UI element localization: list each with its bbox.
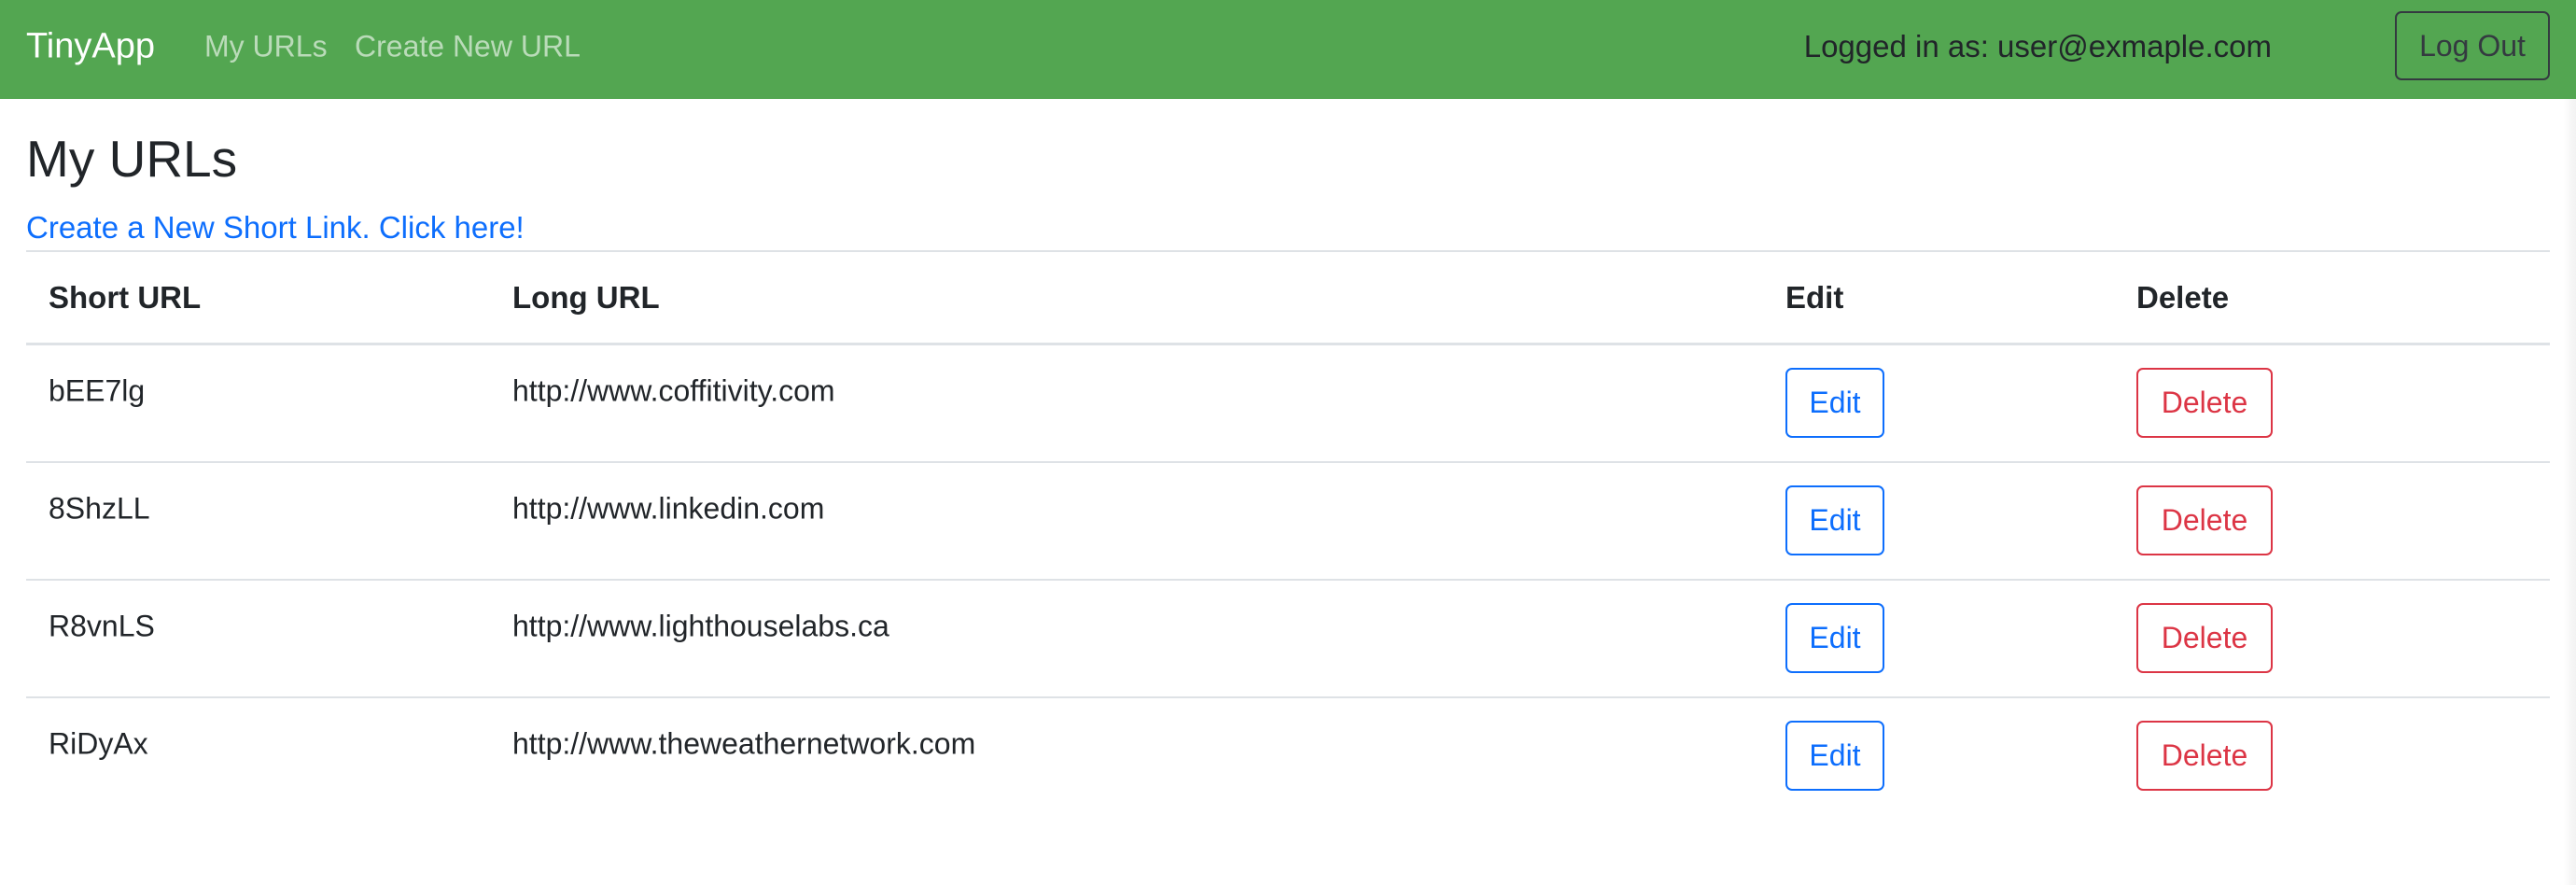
row-divider	[26, 579, 2550, 581]
edit-button[interactable]: Edit	[1785, 368, 1884, 438]
edit-button[interactable]: Edit	[1785, 485, 1884, 555]
edit-button[interactable]: Edit	[1785, 721, 1884, 791]
short-url-cell: 8ShzLL	[49, 491, 150, 526]
edit-button[interactable]: Edit	[1785, 603, 1884, 673]
long-url-cell: http://www.linkedin.com	[512, 491, 825, 526]
long-url-cell: http://www.theweathernetwork.com	[512, 726, 976, 761]
delete-button[interactable]: Delete	[2136, 603, 2273, 673]
table-top-border	[26, 250, 2550, 252]
header-divider	[26, 343, 2550, 345]
column-header-short-url: Short URL	[49, 280, 202, 315]
column-header-edit: Edit	[1785, 280, 1844, 315]
top-navbar: TinyApp My URLs Create New URL Logged in…	[0, 0, 2576, 99]
row-divider	[26, 696, 2550, 698]
nav-link-create-new-url[interactable]: Create New URL	[355, 30, 581, 64]
delete-button[interactable]: Delete	[2136, 721, 2273, 791]
long-url-cell: http://www.lighthouselabs.ca	[512, 609, 889, 643]
column-header-delete: Delete	[2136, 280, 2230, 315]
page-title: My URLs	[26, 130, 238, 188]
row-divider	[26, 461, 2550, 463]
column-header-long-url: Long URL	[512, 280, 660, 315]
delete-button[interactable]: Delete	[2136, 485, 2273, 555]
create-short-link[interactable]: Create a New Short Link. Click here!	[26, 210, 525, 246]
logged-in-status: Logged in as: user@exmaple.com	[1803, 29, 2272, 63]
window-edge-shadow	[2563, 99, 2576, 885]
nav-link-my-urls[interactable]: My URLs	[204, 30, 328, 64]
short-url-cell: RiDyAx	[49, 726, 148, 761]
delete-button[interactable]: Delete	[2136, 368, 2273, 438]
short-url-cell: bEE7lg	[49, 373, 146, 408]
short-url-cell: R8vnLS	[49, 609, 155, 643]
long-url-cell: http://www.coffitivity.com	[512, 373, 835, 408]
brand-logo[interactable]: TinyApp	[26, 27, 155, 67]
logout-button[interactable]: Log Out	[2395, 11, 2550, 80]
